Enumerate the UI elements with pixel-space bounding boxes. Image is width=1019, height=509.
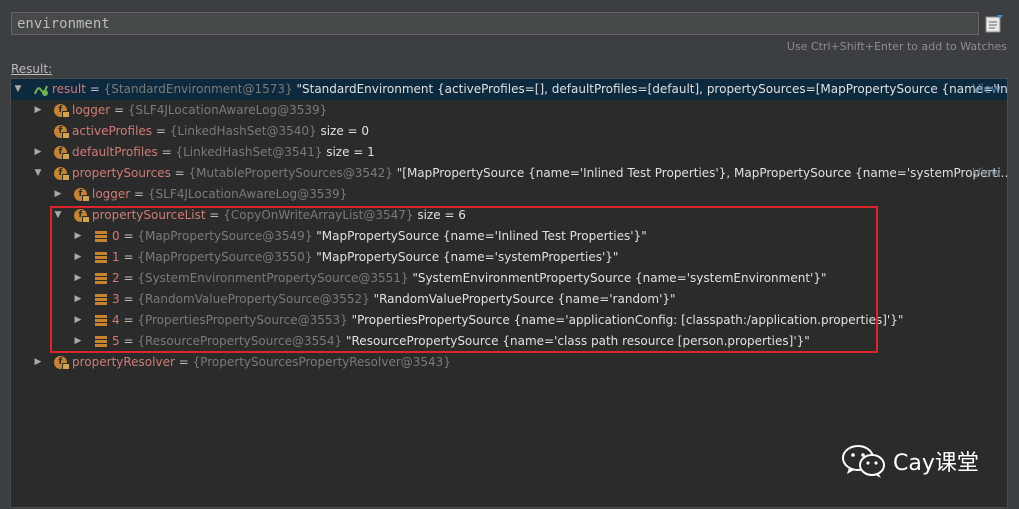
field-icon: f bbox=[54, 146, 70, 160]
variable-name: propertyResolver bbox=[72, 355, 175, 369]
variable-type: {MutablePropertySources@3542} bbox=[188, 166, 393, 180]
field-icon: f bbox=[54, 104, 70, 118]
collapse-arrow-icon[interactable]: ▼ bbox=[13, 79, 23, 100]
expression-field[interactable] bbox=[11, 12, 979, 35]
row-text: defaultProfiles = {LinkedHashSet@3541} s… bbox=[72, 142, 375, 163]
equals-sign: = bbox=[152, 124, 170, 138]
variable-type: {SLF4JLocationAwareLog@3539} bbox=[127, 103, 328, 117]
watermark: Cay课堂 bbox=[841, 441, 979, 481]
variable-name: logger bbox=[92, 187, 131, 201]
row-text: logger = {SLF4JLocationAwareLog@3539} bbox=[92, 184, 347, 205]
tree-row-logger-nested[interactable]: ▶ f logger = {SLF4JLocationAwareLog@3539… bbox=[11, 184, 1007, 205]
equals-sign: = bbox=[170, 166, 189, 180]
variable-type: {LinkedHashSet@3540} bbox=[169, 124, 317, 138]
watches-hint: Use Ctrl+Shift+Enter to add to Watches bbox=[786, 40, 1007, 53]
row-text: result = {StandardEnvironment@1573} "Sta… bbox=[52, 79, 1007, 100]
field-icon: f bbox=[54, 125, 70, 139]
view-link[interactable]: View bbox=[973, 79, 1001, 100]
variable-value: "StandardEnvironment {activeProfiles=[],… bbox=[292, 82, 1007, 96]
tree-row-propertysources[interactable]: ▼ f propertySources = {MutablePropertySo… bbox=[11, 163, 1007, 184]
equals-sign: = bbox=[130, 187, 148, 201]
row-text: propertySources = {MutablePropertySource… bbox=[72, 163, 1007, 184]
watermark-text: Cay课堂 bbox=[893, 451, 979, 476]
field-icon: f bbox=[74, 188, 90, 202]
variable-name: propertySources bbox=[72, 166, 171, 180]
wechat-icon bbox=[842, 445, 885, 478]
collection-size: size = 1 bbox=[322, 145, 375, 159]
tree-row-logger[interactable]: ▶ f logger = {SLF4JLocationAwareLog@3539… bbox=[11, 100, 1007, 121]
variable-name: logger bbox=[72, 103, 111, 117]
expand-arrow-icon[interactable]: ▶ bbox=[33, 100, 43, 121]
result-label: Result: bbox=[11, 62, 53, 76]
variable-name: result bbox=[52, 82, 86, 96]
equals-sign: = bbox=[174, 355, 193, 369]
variable-name: defaultProfiles bbox=[72, 145, 158, 159]
variable-value: "[MapPropertySource {name='Inlined Test … bbox=[392, 166, 1007, 180]
equals-sign: = bbox=[110, 103, 128, 117]
annotation-highlight-box bbox=[50, 206, 878, 353]
variable-type: {LinkedHashSet@3541} bbox=[175, 145, 323, 159]
variable-type: {PropertySourcesPropertyResolver@3543} bbox=[192, 355, 451, 369]
tree-row-defaultprofiles[interactable]: ▶ f defaultProfiles = {LinkedHashSet@354… bbox=[11, 142, 1007, 163]
field-icon: f bbox=[54, 356, 70, 370]
tree-row-activeprofiles[interactable]: f activeProfiles = {LinkedHashSet@3540} … bbox=[11, 121, 1007, 142]
row-text: logger = {SLF4JLocationAwareLog@3539} bbox=[72, 100, 327, 121]
variable-type: {SLF4JLocationAwareLog@3539} bbox=[147, 187, 348, 201]
variable-type: {StandardEnvironment@1573} bbox=[103, 82, 293, 96]
equals-sign: = bbox=[85, 82, 104, 96]
row-text: activeProfiles = {LinkedHashSet@3540} si… bbox=[72, 121, 369, 142]
collapse-arrow-icon[interactable]: ▼ bbox=[33, 163, 43, 184]
variable-name: activeProfiles bbox=[72, 124, 153, 138]
tree-row-propertyresolver[interactable]: ▶ f propertyResolver = {PropertySourcesP… bbox=[11, 352, 1007, 373]
collection-size: size = 0 bbox=[316, 124, 370, 138]
expand-arrow-icon[interactable]: ▶ bbox=[53, 184, 63, 205]
expand-arrow-icon[interactable]: ▶ bbox=[33, 142, 43, 163]
watch-result-icon bbox=[34, 85, 48, 96]
history-button[interactable] bbox=[983, 13, 1005, 35]
tree-row-result[interactable]: ▼ result = {StandardEnvironment@1573} "S… bbox=[11, 79, 1007, 100]
equals-sign: = bbox=[157, 145, 176, 159]
history-icon bbox=[985, 15, 1003, 33]
expand-arrow-icon[interactable]: ▶ bbox=[33, 352, 43, 373]
expression-input[interactable] bbox=[12, 13, 978, 34]
row-text: propertyResolver = {PropertySourcesPrope… bbox=[72, 352, 451, 373]
field-icon: f bbox=[54, 167, 70, 181]
view-link[interactable]: View bbox=[973, 163, 1001, 184]
